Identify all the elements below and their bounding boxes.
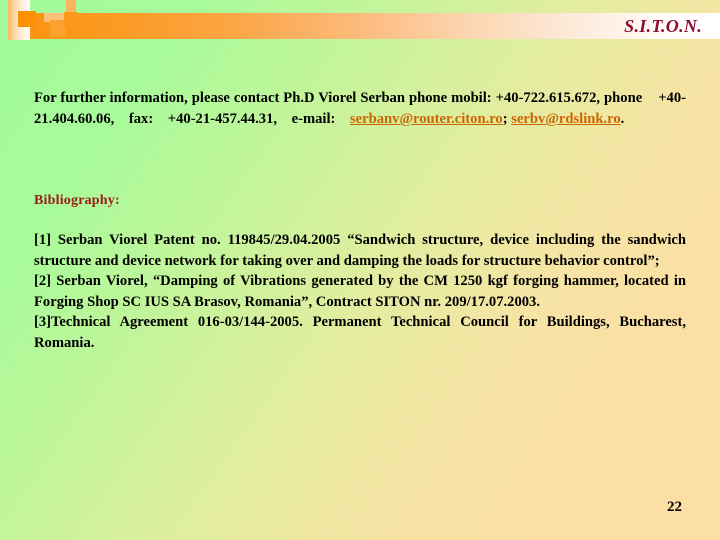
bibliography-entry-2: [2] Serban Viorel, “Damping of Vibration… <box>34 273 686 310</box>
contact-fax-number: +40-21-457.44.31, <box>167 111 278 127</box>
email-link-serbanv[interactable]: serbanv@router.citon.ro <box>350 111 503 127</box>
header-square-decoration-6 <box>64 12 78 28</box>
contact-fax-label: fax: <box>128 111 154 127</box>
contact-paragraph: For further information, please contact … <box>34 88 686 130</box>
email-1-suffix: ; <box>502 111 508 127</box>
page-number: 22 <box>667 499 682 515</box>
contact-email-label: e-mail: <box>291 111 336 127</box>
header-square-decoration-1 <box>18 11 36 27</box>
bibliography-entry-1: [1] Serban Viorel Patent no. 119845/29.0… <box>34 232 686 269</box>
slide-canvas: S.I.T.O.N. For further information, plea… <box>0 0 720 540</box>
slide-content: For further information, please contact … <box>34 88 686 351</box>
header-square-decoration-2 <box>36 0 50 13</box>
email-2-suffix: . <box>620 111 625 127</box>
siton-logo: S.I.T.O.N. <box>624 16 702 36</box>
email-link-serbv[interactable]: serbv@rdslink.ro <box>511 111 620 127</box>
header-band-decoration <box>30 13 720 39</box>
bibliography-heading: Bibliography: <box>34 193 120 208</box>
bibliography-entry-3: [3]Technical Agreement 016-03/144-2005. … <box>34 314 686 351</box>
bibliography-list: [1] Serban Viorel Patent no. 119845/29.0… <box>34 230 686 353</box>
contact-text-segment-1: For further information, please contact … <box>34 90 643 106</box>
